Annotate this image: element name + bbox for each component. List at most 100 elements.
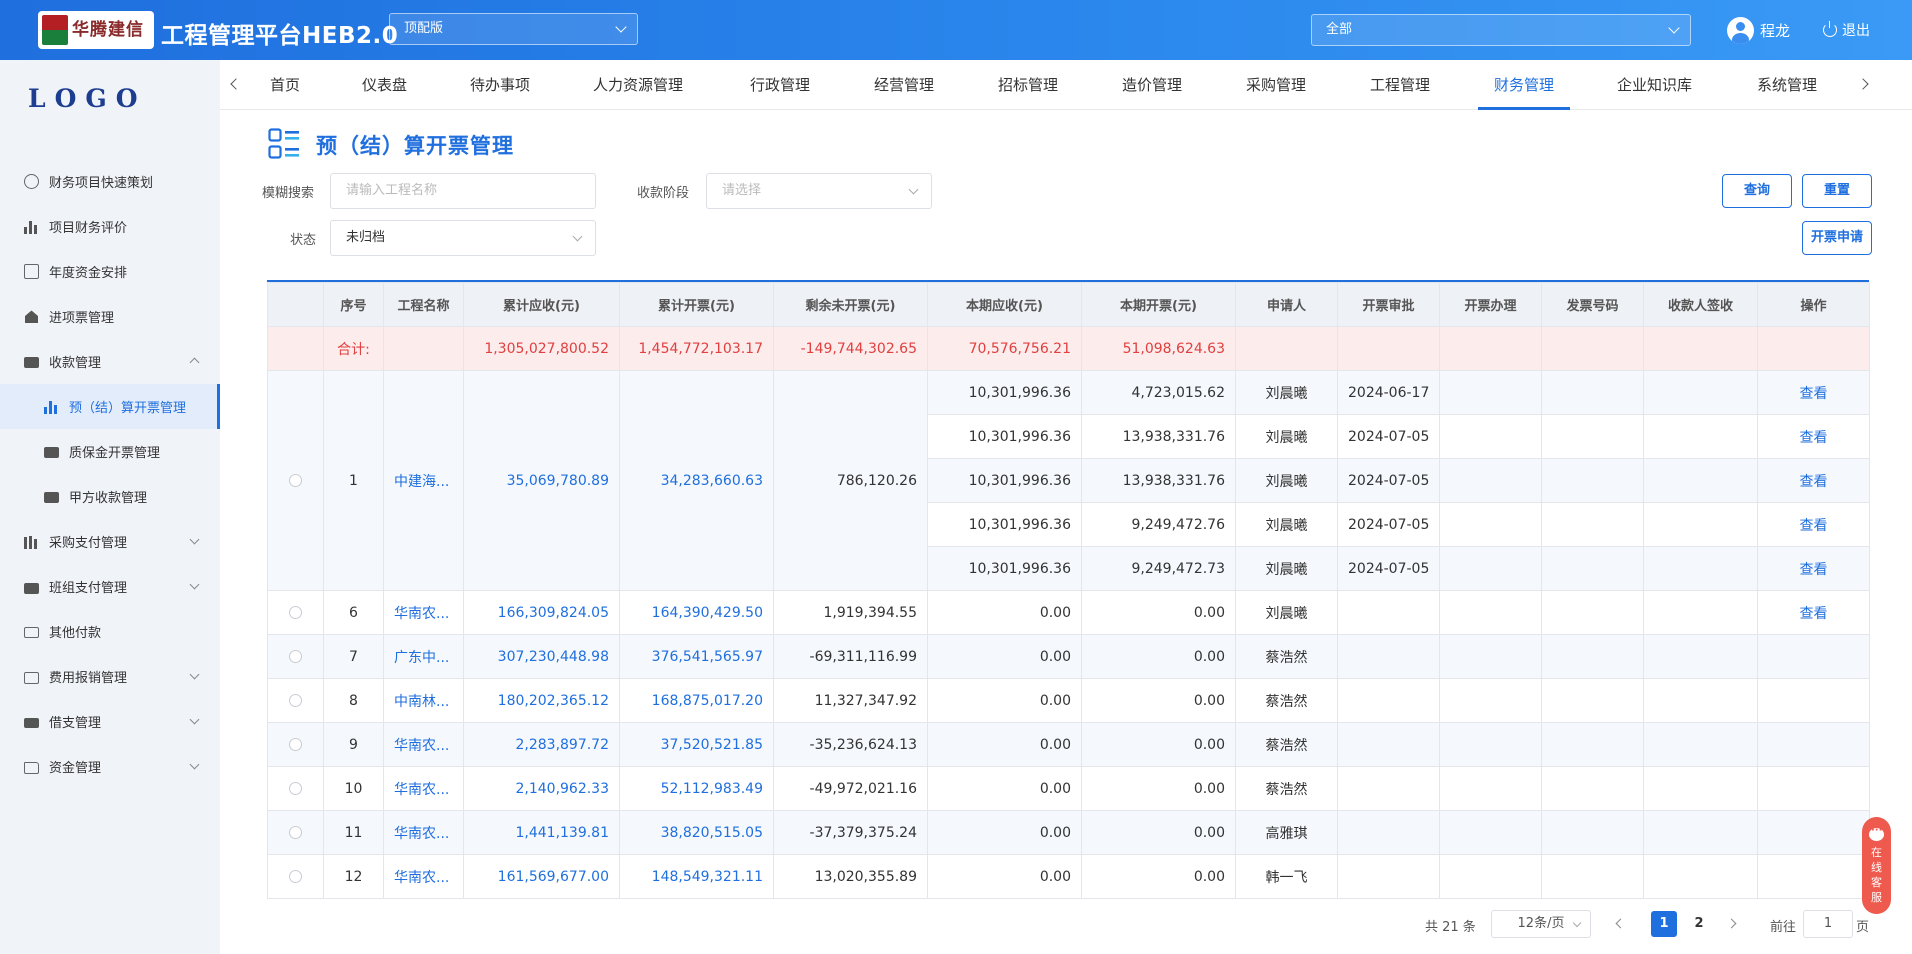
row-period-invoiced: 0.00 <box>1081 634 1236 679</box>
chevron-right-icon[interactable] <box>1857 78 1869 90</box>
user-menu[interactable]: 程龙 <box>1727 17 1790 44</box>
row-radio[interactable] <box>289 826 302 839</box>
reset-button[interactable]: 重置 <box>1802 174 1872 208</box>
view-link[interactable]: 查看 <box>1800 518 1828 534</box>
prev-page-icon[interactable] <box>1615 918 1626 929</box>
project-name[interactable]: 广东中... <box>394 650 449 666</box>
row-radio[interactable] <box>289 650 302 663</box>
sidebar-item-purchase-payment[interactable]: 采购支付管理 <box>0 519 220 564</box>
sidebar-item-collection[interactable]: 收款管理 <box>0 339 220 384</box>
invoice-apply-button[interactable]: 开票申请 <box>1802 221 1872 255</box>
invoiced-value[interactable]: 34,283,660.63 <box>661 473 763 489</box>
row-project-link[interactable]: 华南农... <box>383 590 464 635</box>
receivable-value[interactable]: 1,441,139.81 <box>515 825 609 841</box>
tab-home[interactable]: 首页 <box>270 60 300 110</box>
tab-todo[interactable]: 待办事项 <box>470 60 530 110</box>
row-radio[interactable] <box>289 606 302 619</box>
project-name[interactable]: 华南农... <box>394 870 449 886</box>
invoiced-value[interactable]: 52,112,983.49 <box>661 781 763 797</box>
tab-business[interactable]: 经营管理 <box>874 60 934 110</box>
row-radio[interactable] <box>289 870 302 883</box>
page-2-button[interactable]: 2 <box>1686 911 1712 937</box>
row-project-link[interactable]: 华南农... <box>383 810 464 855</box>
tab-hr[interactable]: 人力资源管理 <box>593 60 683 110</box>
page-1-button[interactable]: 1 <box>1651 911 1677 937</box>
sidebar-item-other-payment[interactable]: 其他付款 <box>0 609 220 654</box>
sidebar-item-funds[interactable]: 资金管理 <box>0 744 220 789</box>
project-name[interactable]: 中建海... <box>394 474 449 490</box>
sidebar-item-settlement-invoice[interactable]: 预（结）算开票管理 <box>0 384 220 429</box>
row-radio[interactable] <box>289 782 302 795</box>
sidebar-item-input-invoice[interactable]: 进项票管理 <box>0 294 220 339</box>
project-name[interactable]: 华南农... <box>394 826 449 842</box>
goto-page-input[interactable]: 1 <box>1803 910 1853 938</box>
edition-select[interactable]: 顶配版 <box>389 13 638 45</box>
receivable-value[interactable]: 307,230,448.98 <box>498 649 609 665</box>
chevron-left-icon[interactable] <box>230 78 242 90</box>
view-link[interactable]: 查看 <box>1800 562 1828 578</box>
sidebar-item-team-payment[interactable]: 班组支付管理 <box>0 564 220 609</box>
invoiced-value[interactable]: 37,520,521.85 <box>661 737 763 753</box>
status-select[interactable]: 未归档 <box>330 220 596 256</box>
row-approval-date <box>1337 854 1440 899</box>
tab-system[interactable]: 系统管理 <box>1757 60 1817 110</box>
row-project-link[interactable]: 中建海... <box>383 370 464 591</box>
sidebar-item-expense[interactable]: 费用报销管理 <box>0 654 220 699</box>
sidebar-item-annual-funds[interactable]: 年度资金安排 <box>0 249 220 294</box>
view-link[interactable]: 查看 <box>1800 430 1828 446</box>
company-logo[interactable]: 华腾建信 <box>38 11 154 49</box>
sidebar-item-warranty-invoice[interactable]: 质保金开票管理 <box>0 429 220 474</box>
tab-cost[interactable]: 造价管理 <box>1122 60 1182 110</box>
project-name[interactable]: 华南农... <box>394 738 449 754</box>
collection-stage-select[interactable]: 请选择 <box>706 173 932 209</box>
tab-admin[interactable]: 行政管理 <box>750 60 810 110</box>
receivable-value[interactable]: 180,202,365.12 <box>498 693 609 709</box>
tab-knowledge[interactable]: 企业知识库 <box>1617 60 1692 110</box>
row-project-link[interactable]: 华南农... <box>383 722 464 767</box>
next-page-icon[interactable] <box>1726 918 1737 929</box>
sidebar-item-client-collection[interactable]: 甲方收款管理 <box>0 474 220 519</box>
receivable-value[interactable]: 2,283,897.72 <box>515 737 609 753</box>
tab-engineering[interactable]: 工程管理 <box>1370 60 1430 110</box>
invoiced-value[interactable]: 148,549,321.11 <box>652 869 763 885</box>
project-name[interactable]: 华南农... <box>394 606 449 622</box>
tab-purchase[interactable]: 采购管理 <box>1246 60 1306 110</box>
row-project-link[interactable]: 华南农... <box>383 854 464 899</box>
sidebar-item-project-evaluation[interactable]: 项目财务评价 <box>0 204 220 249</box>
receivable-value[interactable]: 161,569,677.00 <box>498 869 609 885</box>
row-project-link[interactable]: 华南农... <box>383 766 464 811</box>
invoiced-value[interactable]: 164,390,429.50 <box>652 605 763 621</box>
view-link[interactable]: 查看 <box>1800 474 1828 490</box>
row-period-invoiced: 0.00 <box>1081 810 1236 855</box>
view-link[interactable]: 查看 <box>1800 606 1828 622</box>
row-select-cell <box>267 766 324 811</box>
fuzzy-search-input[interactable]: 请输入工程名称 <box>330 173 596 209</box>
row-radio[interactable] <box>289 694 302 707</box>
online-service-button[interactable]: 在线客服 <box>1862 817 1891 914</box>
receivable-value[interactable]: 2,140,962.33 <box>515 781 609 797</box>
sidebar-item-advance[interactable]: 借支管理 <box>0 699 220 744</box>
receivable-value[interactable]: 35,069,780.89 <box>507 473 609 489</box>
scope-select[interactable]: 全部 <box>1311 14 1691 46</box>
tab-bidding[interactable]: 招标管理 <box>998 60 1058 110</box>
row-project-link[interactable]: 中南林... <box>383 678 464 723</box>
tab-dashboard[interactable]: 仪表盘 <box>362 60 407 110</box>
row-radio[interactable] <box>289 474 302 487</box>
logout-button[interactable]: 退出 <box>1823 20 1870 40</box>
invoiced-value[interactable]: 38,820,515.05 <box>661 825 763 841</box>
row-project-link[interactable]: 广东中... <box>383 634 464 679</box>
row-remaining: 786,120.26 <box>773 370 928 591</box>
tab-finance[interactable]: 财务管理 <box>1477 60 1571 110</box>
monitor-icon <box>44 447 59 458</box>
page-size-select[interactable]: 12条/页 <box>1491 910 1591 938</box>
invoiced-value[interactable]: 376,541,565.97 <box>652 649 763 665</box>
query-button[interactable]: 查询 <box>1722 174 1792 208</box>
project-name[interactable]: 华南农... <box>394 782 449 798</box>
view-link[interactable]: 查看 <box>1800 386 1828 402</box>
bar-chart-icon <box>44 399 59 414</box>
sidebar-item-finance-planning[interactable]: 财务项目快速策划 <box>0 159 220 204</box>
project-name[interactable]: 中南林... <box>394 694 449 710</box>
invoiced-value[interactable]: 168,875,017.20 <box>652 693 763 709</box>
row-radio[interactable] <box>289 738 302 751</box>
receivable-value[interactable]: 166,309,824.05 <box>498 605 609 621</box>
